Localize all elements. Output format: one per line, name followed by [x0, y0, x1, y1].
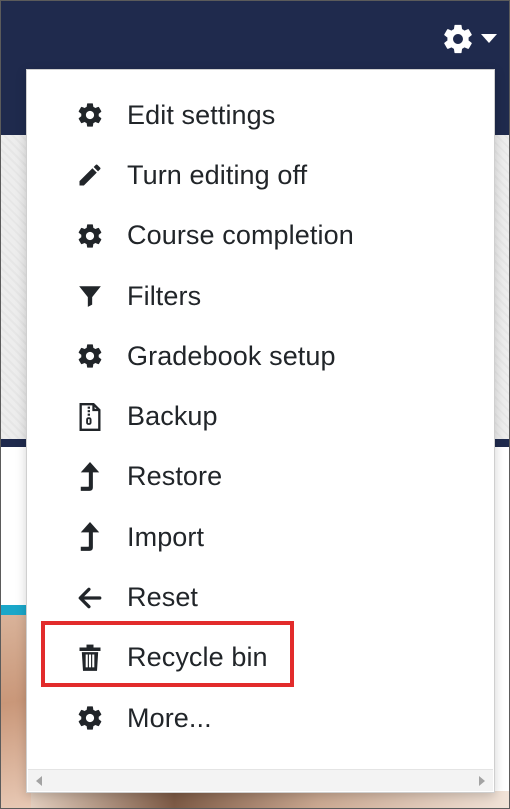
- menu-item-label: Course completion: [127, 220, 354, 251]
- menu-item-recycle-bin[interactable]: Recycle bin: [27, 628, 494, 688]
- scroll-left-arrow-icon[interactable]: [36, 776, 42, 786]
- scroll-right-arrow-icon[interactable]: [479, 776, 485, 786]
- gear-icon: [441, 22, 475, 56]
- menu-item-restore[interactable]: Restore: [27, 447, 494, 507]
- menu-item-label: Filters: [127, 280, 202, 311]
- gear-icon: [75, 341, 105, 371]
- menu-item-label: More...: [127, 702, 212, 733]
- menu-item-label: Backup: [127, 401, 218, 432]
- menu-item-edit-settings[interactable]: Edit settings: [27, 85, 494, 145]
- menu-item-label: Edit settings: [127, 99, 276, 130]
- course-actions-menu: Edit settings Turn editing off Course co…: [27, 85, 494, 748]
- menu-item-filters[interactable]: Filters: [27, 266, 494, 326]
- gear-icon: [75, 221, 105, 251]
- background-image-bottom: [31, 791, 509, 808]
- menu-item-label: Import: [127, 521, 205, 552]
- menu-item-turn-editing-off[interactable]: Turn editing off: [27, 145, 494, 205]
- menu-item-label: Restore: [127, 461, 223, 492]
- menu-item-backup[interactable]: Backup: [27, 386, 494, 446]
- menu-item-gradebook-setup[interactable]: Gradebook setup: [27, 326, 494, 386]
- course-actions-dropdown: Edit settings Turn editing off Course co…: [26, 69, 495, 793]
- menu-item-import[interactable]: Import: [27, 507, 494, 567]
- menu-item-label: Recycle bin: [127, 642, 268, 673]
- course-actions-toggle[interactable]: [441, 21, 497, 57]
- pencil-icon: [75, 160, 105, 190]
- level-up-icon: [75, 461, 105, 492]
- trash-icon: [75, 643, 105, 673]
- menu-item-course-completion[interactable]: Course completion: [27, 206, 494, 266]
- gear-icon: [75, 703, 105, 733]
- menu-item-label: Gradebook setup: [127, 340, 336, 371]
- filter-icon: [75, 281, 105, 311]
- file-archive-icon: [75, 402, 105, 432]
- menu-item-more[interactable]: More...: [27, 688, 494, 748]
- gear-icon: [75, 100, 105, 130]
- menu-item-reset[interactable]: Reset: [27, 567, 494, 627]
- app-window: Edit settings Turn editing off Course co…: [0, 0, 510, 809]
- arrow-left-icon: [75, 583, 105, 613]
- level-up-icon: [75, 522, 105, 552]
- menu-item-label: Reset: [127, 582, 199, 613]
- caret-down-icon: [481, 34, 497, 44]
- menu-item-label: Turn editing off: [127, 159, 308, 190]
- horizontal-scrollbar[interactable]: [28, 769, 493, 791]
